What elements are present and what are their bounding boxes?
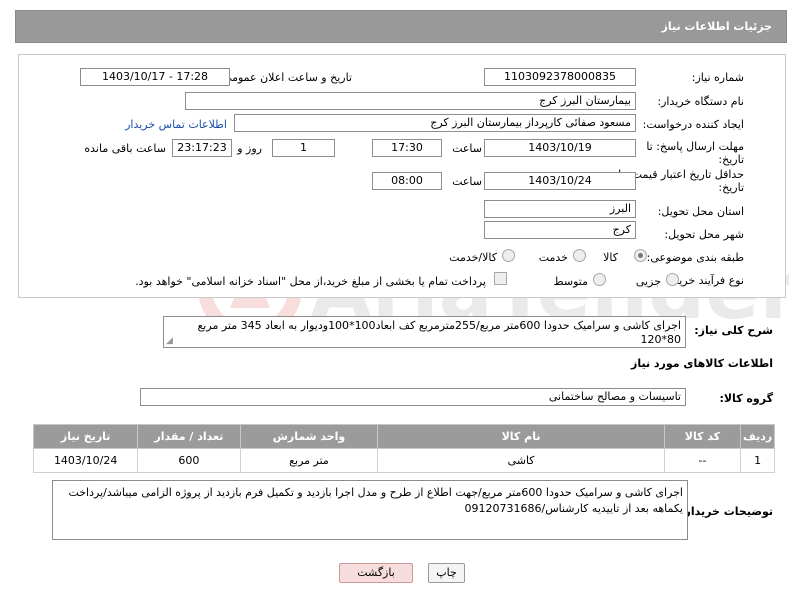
remaining-time-field[interactable]: 23:17:23 bbox=[172, 139, 232, 157]
validity-date-field[interactable]: 1403/10/24 bbox=[484, 172, 636, 190]
buyer-org-label: نام دستگاه خریدار: bbox=[657, 95, 744, 108]
summary-textarea[interactable]: اجرای کاشی و سرامیک حدودا 600متر مربع/25… bbox=[163, 316, 686, 348]
buyer-contact-link[interactable]: اطلاعات تماس خریدار bbox=[125, 118, 227, 131]
announce-date-label: تاریخ و ساعت اعلان عمومی: bbox=[219, 71, 352, 84]
validity-label: حداقل تاریخ اعتبار قیمت: تا bbox=[618, 168, 744, 181]
category-option-service: خدمت bbox=[538, 251, 568, 264]
validity-date-label: تاریخ: bbox=[718, 181, 744, 194]
announce-date-field[interactable]: 1403/10/17 - 17:28 bbox=[80, 68, 230, 86]
cell-item-code: -- bbox=[663, 448, 742, 473]
deadline-date-field[interactable]: 1403/10/19 bbox=[484, 139, 636, 157]
goods-group-label: گروه کالا: bbox=[719, 392, 773, 405]
days-and-label: روز و bbox=[237, 142, 262, 155]
category-label: طبقه بندی موضوعی: bbox=[646, 251, 744, 264]
col-header-need-date: تاریخ نیاز bbox=[32, 424, 139, 449]
table-row[interactable]: 1 -- کاشی متر مربع 600 1403/10/24 bbox=[32, 448, 775, 473]
cell-quantity: 600 bbox=[137, 448, 241, 473]
col-header-quantity: تعداد / مقدار bbox=[137, 424, 241, 449]
cell-unit: متر مربع bbox=[239, 448, 379, 473]
deadline-time-field[interactable]: 17:30 bbox=[372, 139, 442, 157]
category-radio-goods[interactable] bbox=[634, 249, 647, 262]
col-header-item-name: نام کالا bbox=[377, 424, 665, 449]
cell-row-number: 1 bbox=[740, 448, 775, 473]
buyer-notes-textarea[interactable]: اجرای کاشی و سرامیک حدودا 600متر مربع/جه… bbox=[52, 480, 688, 540]
buyer-org-field[interactable]: بیمارستان البرز کرج bbox=[185, 92, 636, 110]
buyer-notes-text: اجرای کاشی و سرامیک حدودا 600متر مربع/جه… bbox=[68, 486, 683, 515]
process-option-partial: جزیی bbox=[635, 275, 661, 288]
deadline-time-label: ساعت bbox=[452, 142, 482, 155]
province-field[interactable]: البرز bbox=[484, 200, 636, 218]
creator-field[interactable]: مسعود صفائی کارپرداز بیمارستان البرز کرج bbox=[234, 114, 636, 132]
back-button[interactable]: بازگشت bbox=[339, 563, 413, 583]
page-title: جزئیات اطلاعات نیاز bbox=[661, 20, 773, 33]
treasury-payment-checkbox[interactable] bbox=[494, 272, 507, 285]
creator-label: ایجاد کننده درخواست: bbox=[642, 118, 744, 131]
goods-section-title: اطلاعات کالاهای مورد نیاز bbox=[631, 357, 773, 370]
summary-text: اجرای کاشی و سرامیک حدودا 600متر مربع/25… bbox=[197, 319, 681, 346]
process-radio-partial[interactable] bbox=[666, 273, 679, 286]
province-label: استان محل تحویل: bbox=[657, 205, 744, 218]
category-radio-goods-service[interactable] bbox=[502, 249, 515, 262]
table-header-row: ردیف کد کالا نام کالا واحد شمارش تعداد /… bbox=[32, 424, 775, 449]
col-header-item-code: کد کالا bbox=[663, 424, 742, 449]
days-count-field[interactable]: 1 bbox=[272, 139, 335, 157]
print-button[interactable]: چاپ bbox=[428, 563, 465, 583]
col-header-row-number: ردیف bbox=[740, 424, 775, 449]
validity-time-field[interactable]: 08:00 bbox=[372, 172, 442, 190]
summary-label: شرح کلی نیاز: bbox=[694, 324, 773, 337]
city-field[interactable]: کرج bbox=[484, 221, 636, 239]
need-number-label: شماره نیاز: bbox=[691, 71, 744, 84]
validity-time-label: ساعت bbox=[452, 175, 482, 188]
page-header: جزئیات اطلاعات نیاز bbox=[15, 10, 787, 43]
items-table: ردیف کد کالا نام کالا واحد شمارش تعداد /… bbox=[32, 424, 775, 473]
process-radio-medium[interactable] bbox=[593, 273, 606, 286]
buyer-notes-label: توضیحات خریدار: bbox=[680, 505, 773, 518]
cell-item-name: کاشی bbox=[377, 448, 665, 473]
deadline-label: مهلت ارسال پاسخ: تا bbox=[646, 140, 744, 153]
goods-group-field[interactable]: تاسیسات و مصالح ساختمانی bbox=[140, 388, 686, 406]
need-number-field[interactable]: 1103092378000835 bbox=[484, 68, 636, 86]
col-header-unit: واحد شمارش bbox=[239, 424, 379, 449]
process-option-medium: متوسط bbox=[553, 275, 588, 288]
category-option-goods-service: کالا/خدمت bbox=[449, 251, 497, 264]
category-option-goods: کالا bbox=[603, 251, 618, 264]
cell-need-date: 1403/10/24 bbox=[32, 448, 139, 473]
city-label: شهر محل تحویل: bbox=[664, 228, 744, 241]
resize-grip-icon[interactable]: ◢ bbox=[166, 337, 173, 346]
treasury-payment-note: پرداخت تمام یا بخشی از مبلغ خرید،از محل … bbox=[135, 275, 486, 288]
category-radio-service[interactable] bbox=[573, 249, 586, 262]
remaining-label: ساعت باقی مانده bbox=[84, 142, 166, 155]
deadline-date-label: تاریخ: bbox=[718, 153, 744, 166]
